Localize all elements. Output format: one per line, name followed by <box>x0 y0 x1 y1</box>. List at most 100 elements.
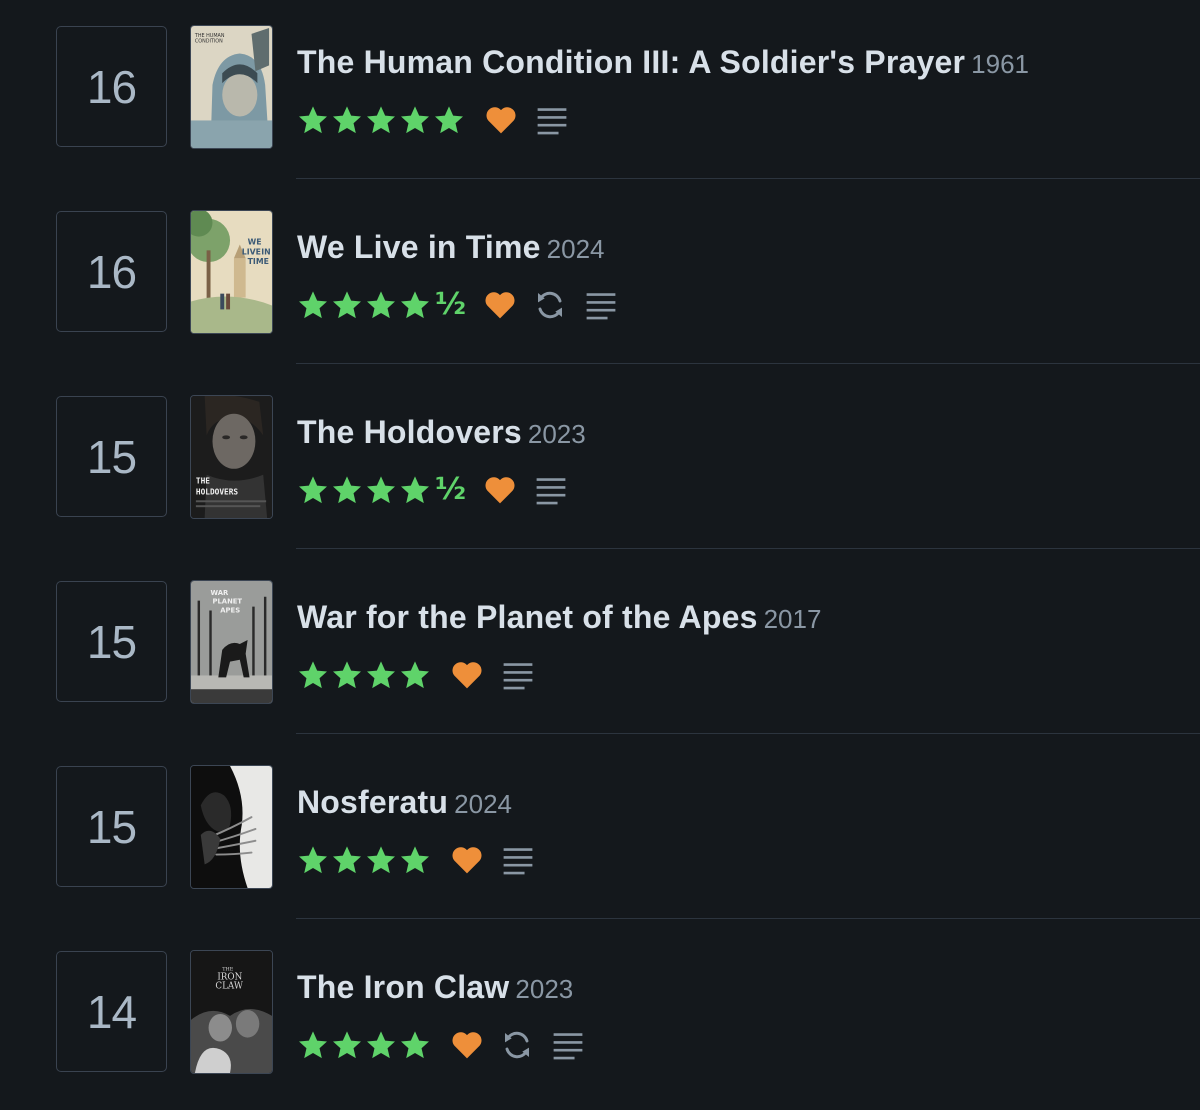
film-year[interactable]: 2023 <box>515 974 573 1004</box>
review-lines-icon[interactable] <box>534 474 568 506</box>
poster-human-condition[interactable]: THE HUMAN CONDITION <box>190 25 273 149</box>
star-icon <box>401 476 429 504</box>
rating-stars <box>297 659 433 691</box>
film-title[interactable]: We Live in Time <box>297 229 541 265</box>
star-icon <box>299 106 327 134</box>
rank-count: 15 <box>56 396 167 517</box>
rating-stars: ½ <box>297 289 466 321</box>
poster-iron-claw[interactable]: THE IRON CLAW <box>190 950 273 1074</box>
half-star-icon: ½ <box>435 287 467 322</box>
list-item: 15 WAR PLANET APES War for the Planet of… <box>0 555 1200 740</box>
poster-text: HOLDOVERS <box>196 487 239 496</box>
star-icon <box>333 106 361 134</box>
star-icon <box>333 1031 361 1059</box>
star-icon <box>299 661 327 689</box>
star-icon <box>401 661 429 689</box>
heart-icon <box>486 107 516 134</box>
rank-count: 16 <box>56 211 167 332</box>
divider <box>296 733 1200 734</box>
poster-text: LIVE <box>242 247 261 256</box>
film-title-line[interactable]: The Holdovers 2023 <box>297 414 586 451</box>
review-lines-icon[interactable] <box>551 1029 585 1061</box>
star-icon <box>367 476 395 504</box>
heart-icon <box>485 477 515 504</box>
star-icon <box>299 291 327 319</box>
review-lines-icon[interactable] <box>501 659 535 691</box>
star-icon <box>333 846 361 874</box>
rating-stars <box>297 844 433 876</box>
list-item: 14 THE IRON CLAW The Iron Claw 2023 <box>0 925 1200 1110</box>
film-meta <box>297 1025 585 1065</box>
rating-stars <box>297 104 467 136</box>
star-icon <box>367 661 395 689</box>
divider <box>296 178 1200 179</box>
poster-text: IN <box>261 247 270 256</box>
star-icon <box>367 1031 395 1059</box>
poster-war-planet-apes[interactable]: WAR PLANET APES <box>190 580 273 704</box>
rank-count: 15 <box>56 766 167 887</box>
film-title-line[interactable]: War for the Planet of the Apes 2017 <box>297 599 821 636</box>
poster-text: PLANET <box>212 598 242 606</box>
poster-we-live-in-time[interactable]: WE LIVE IN TIME <box>190 210 273 334</box>
star-icon <box>435 106 463 134</box>
film-title[interactable]: War for the Planet of the Apes <box>297 599 758 635</box>
divider <box>296 548 1200 549</box>
star-icon <box>401 291 429 319</box>
film-year[interactable]: 2017 <box>764 604 822 634</box>
poster-text: THE <box>196 477 210 486</box>
star-icon <box>401 846 429 874</box>
poster-nosferatu[interactable] <box>190 765 273 889</box>
rank-count: 14 <box>56 951 167 1072</box>
film-year[interactable]: 2023 <box>528 419 586 449</box>
poster-text: APES <box>220 606 240 614</box>
star-icon <box>401 1031 429 1059</box>
half-star-icon: ½ <box>435 472 467 507</box>
poster-the-holdovers[interactable]: THE HOLDOVERS <box>190 395 273 519</box>
film-title-line[interactable]: The Iron Claw 2023 <box>297 969 573 1006</box>
rating-stars <box>297 1029 433 1061</box>
rating-stars: ½ <box>297 474 466 506</box>
film-meta <box>297 100 569 140</box>
star-icon <box>333 661 361 689</box>
film-title-line[interactable]: We Live in Time 2024 <box>297 229 605 266</box>
star-icon <box>333 291 361 319</box>
film-title-line[interactable]: The Human Condition III: A Soldier's Pra… <box>297 44 1029 81</box>
poster-text: CLAW <box>215 981 243 991</box>
rewatch-icon <box>538 291 563 319</box>
star-icon <box>299 1031 327 1059</box>
list-item: 16 WE LIVE IN TIME We Live in Time2024 <box>0 185 1200 370</box>
star-icon <box>401 106 429 134</box>
rewatch-icon <box>505 1031 529 1059</box>
film-title[interactable]: Nosferatu <box>297 784 448 820</box>
poster-text: WAR <box>211 589 229 597</box>
star-icon <box>367 846 395 874</box>
star-icon <box>367 291 395 319</box>
review-lines-icon[interactable] <box>584 289 618 321</box>
film-title[interactable]: The Iron Claw <box>297 969 509 1005</box>
poster-text: TIME <box>248 257 269 266</box>
film-year[interactable]: 2024 <box>454 789 512 819</box>
film-year[interactable]: 2024 <box>547 234 605 264</box>
star-icon <box>299 846 327 874</box>
poster-text: WE <box>248 237 262 246</box>
heart-icon <box>452 1032 482 1059</box>
film-meta: ½ <box>297 285 618 325</box>
film-title[interactable]: The Holdovers <box>297 414 522 450</box>
rank-count: 16 <box>56 26 167 147</box>
film-title[interactable]: The Human Condition III: A Soldier's Pra… <box>297 44 965 80</box>
heart-icon <box>485 292 515 319</box>
film-title-line[interactable]: Nosferatu 2024 <box>297 784 512 821</box>
film-meta <box>297 840 535 880</box>
rank-count: 15 <box>56 581 167 702</box>
star-icon <box>367 106 395 134</box>
review-lines-icon[interactable] <box>535 104 569 136</box>
film-year[interactable]: 1961 <box>971 49 1029 79</box>
divider <box>296 918 1200 919</box>
review-lines-icon[interactable] <box>501 844 535 876</box>
star-icon <box>299 476 327 504</box>
list-item: 16 THE HUMAN CONDITION The Human Conditi… <box>0 0 1200 185</box>
film-meta: ½ <box>297 470 568 510</box>
heart-icon <box>452 662 482 689</box>
poster-text: CONDITION <box>195 39 223 45</box>
heart-icon <box>452 847 482 874</box>
